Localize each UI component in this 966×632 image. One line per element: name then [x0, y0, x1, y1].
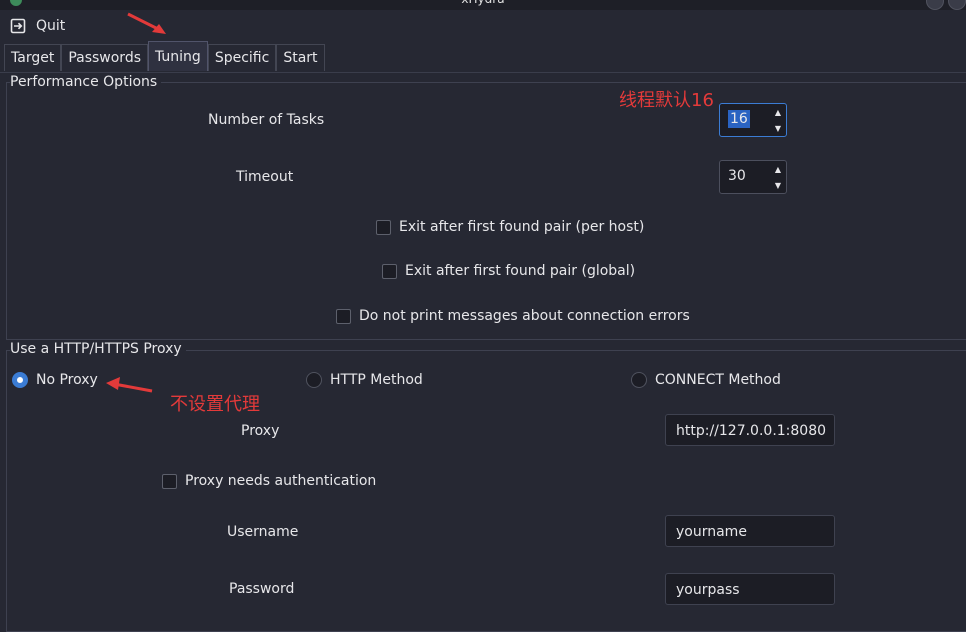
http-method-label: HTTP Method [330, 372, 423, 388]
tasks-value[interactable]: 16 [728, 110, 750, 128]
timeout-decrement-icon[interactable]: ▼ [770, 177, 786, 193]
no-proxy-annotation: 不设置代理 [170, 394, 260, 415]
connect-method-radio-dot[interactable] [631, 372, 647, 388]
tab-passwords[interactable]: Passwords [61, 44, 148, 71]
arrow-icon [106, 377, 153, 393]
proxy-auth-label: Proxy needs authentication [185, 473, 377, 489]
tasks-spinbox[interactable]: 16 ▲ ▼ [719, 103, 787, 137]
arrow-icon [127, 12, 166, 34]
exit-global-label: Exit after first found pair (global) [405, 263, 636, 279]
title-bar: xHydra [0, 0, 966, 10]
no-proxy-radio[interactable]: No Proxy [12, 372, 98, 388]
proxy-input[interactable]: http://127.0.0.1:8080 [665, 414, 835, 446]
tab-tuning[interactable]: Tuning [148, 41, 208, 71]
window-title: xHydra [0, 0, 966, 6]
exit-global-checkbox[interactable]: Exit after first found pair (global) [382, 263, 635, 279]
quit-menu-item[interactable]: Quit [10, 18, 65, 34]
proxy-group-title: Use a HTTP/HTTPS Proxy [10, 341, 186, 357]
timeout-value[interactable]: 30 [720, 161, 770, 193]
exit-per-host-checkbox[interactable]: Exit after first found pair (per host) [376, 219, 644, 235]
proxy-auth-checkbox[interactable]: Proxy needs authentication [162, 473, 376, 489]
timeout-increment-icon[interactable]: ▲ [770, 161, 786, 177]
tasks-label: Number of Tasks [208, 112, 325, 128]
no-connection-errors-label: Do not print messages about connection e… [359, 308, 690, 324]
proxy-label: Proxy [241, 423, 280, 439]
http-method-radio[interactable]: HTTP Method [306, 372, 423, 388]
connect-method-label: CONNECT Method [655, 372, 781, 388]
no-connection-errors-checkbox[interactable]: Do not print messages about connection e… [336, 308, 690, 324]
username-label: Username [227, 524, 299, 540]
quit-label: Quit [36, 18, 66, 34]
username-input[interactable]: yourname [665, 515, 835, 547]
tasks-decrement-icon[interactable]: ▼ [770, 120, 786, 136]
password-label: Password [229, 581, 295, 597]
threads-annotation: 线程默认16 [619, 90, 714, 111]
timeout-label: Timeout [236, 169, 294, 185]
exit-global-box[interactable] [382, 263, 397, 279]
performance-group-title: Performance Options [10, 74, 162, 90]
connect-method-radio[interactable]: CONNECT Method [631, 372, 781, 388]
tab-specific[interactable]: Specific [207, 44, 277, 71]
tab-target[interactable]: Target [4, 44, 62, 71]
no-proxy-label: No Proxy [36, 372, 98, 388]
no-connection-errors-box[interactable] [336, 308, 351, 324]
minimize-icon[interactable] [926, 0, 944, 10]
password-input[interactable]: yourpass [665, 573, 835, 605]
tasks-increment-icon[interactable]: ▲ [770, 104, 786, 120]
proxy-auth-box[interactable] [162, 473, 177, 489]
http-method-radio-dot[interactable] [306, 372, 322, 388]
performance-group [6, 82, 966, 340]
exit-per-host-box[interactable] [376, 219, 391, 235]
close-icon[interactable] [948, 0, 966, 10]
no-proxy-radio-dot[interactable] [12, 372, 28, 388]
exit-per-host-label: Exit after first found pair (per host) [399, 219, 645, 235]
exit-icon [10, 18, 26, 34]
timeout-spinbox[interactable]: 30 ▲ ▼ [719, 160, 787, 194]
tab-bar: Target Passwords Tuning Specific Start [4, 41, 325, 72]
tab-start[interactable]: Start [276, 44, 325, 71]
